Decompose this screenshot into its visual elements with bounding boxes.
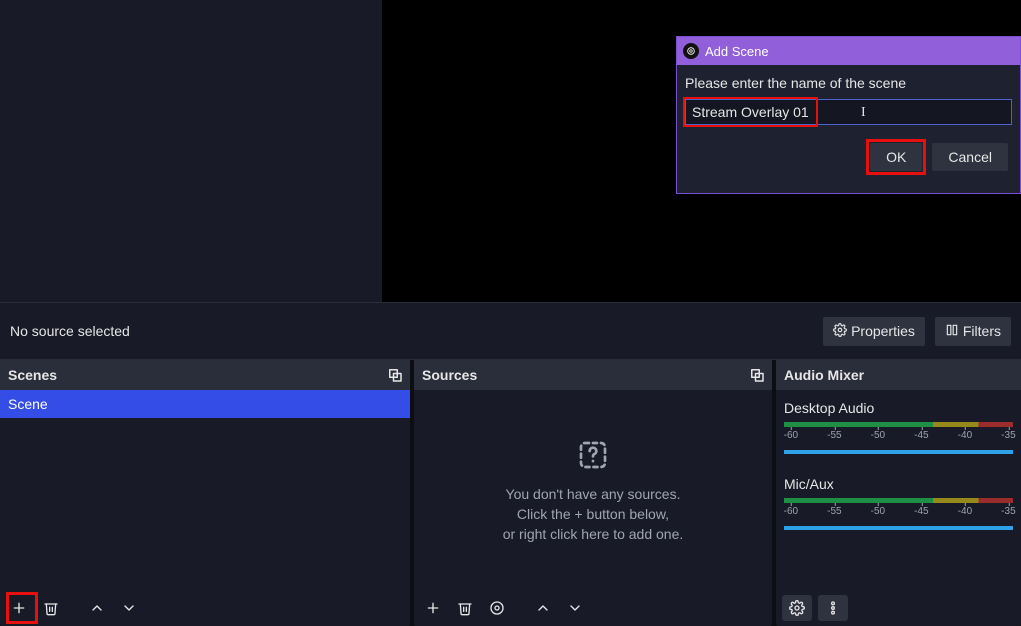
dialog-prompt: Please enter the name of the scene (685, 75, 1012, 91)
tick-label: -35 (1001, 506, 1015, 517)
sources-title: Sources (422, 367, 477, 383)
help-icon (577, 439, 609, 474)
mixer-channel-mic: Mic/Aux -60 -55 -50 -45 -40 -35 (784, 476, 1013, 530)
source-toolbar: No source selected Properties Filters (0, 302, 1021, 360)
sources-empty-line3: or right click here to add one. (503, 526, 684, 542)
scene-move-down-button[interactable] (116, 595, 142, 621)
meter-ticks: -60 -55 -50 -45 -40 -35 (784, 430, 1013, 448)
scenes-footer (0, 590, 410, 626)
mixer-channel-desktop: Desktop Audio -60 -55 -50 -45 -40 -35 (784, 400, 1013, 454)
add-scene-button[interactable] (6, 595, 32, 621)
sources-empty-line1: You don't have any sources. (506, 486, 681, 502)
source-status-label: No source selected (10, 323, 130, 339)
volume-slider[interactable] (784, 450, 1013, 454)
popout-icon[interactable] (748, 366, 766, 384)
mixer-footer (776, 590, 1021, 626)
source-move-up-button[interactable] (530, 595, 556, 621)
tick-label: -55 (827, 506, 841, 517)
scenes-panel: Scenes Scene (0, 360, 410, 626)
source-properties-button[interactable] (484, 595, 510, 621)
filters-label: Filters (963, 323, 1001, 339)
mixer-menu-button[interactable] (818, 595, 848, 621)
add-source-button[interactable] (420, 595, 446, 621)
scene-move-up-button[interactable] (84, 595, 110, 621)
preview-left (0, 0, 382, 302)
sources-footer (414, 590, 772, 626)
tick-label: -40 (958, 430, 972, 441)
tick-label: -50 (871, 506, 885, 517)
mixer-title: Audio Mixer (784, 367, 864, 383)
sources-body[interactable]: You don't have any sources. Click the + … (414, 390, 772, 590)
scenes-body: Scene (0, 390, 410, 590)
mixer-body: Desktop Audio -60 -55 -50 -45 -40 -35 Mi… (776, 390, 1021, 590)
properties-label: Properties (851, 323, 915, 339)
filter-icon (945, 323, 959, 340)
delete-source-button[interactable] (452, 595, 478, 621)
tick-label: -45 (914, 506, 928, 517)
delete-scene-button[interactable] (38, 595, 64, 621)
dialog-titlebar[interactable]: Add Scene (677, 37, 1020, 65)
obs-icon (683, 43, 699, 59)
mixer-settings-button[interactable] (782, 595, 812, 621)
audio-meter (784, 422, 1013, 427)
tick-label: -60 (784, 430, 798, 441)
popout-icon[interactable] (386, 366, 404, 384)
audio-mixer-panel: Audio Mixer Desktop Audio -60 -55 -50 -4… (776, 360, 1021, 626)
tick-label: -50 (871, 430, 885, 441)
properties-button[interactable]: Properties (823, 317, 925, 346)
ok-button[interactable]: OK (870, 143, 922, 171)
add-scene-dialog: Add Scene Please enter the name of the s… (676, 36, 1021, 194)
tick-label: -45 (914, 430, 928, 441)
scenes-header: Scenes (0, 360, 410, 390)
audio-meter (784, 498, 1013, 503)
tick-label: -40 (958, 506, 972, 517)
scene-item-label: Scene (8, 396, 48, 412)
scene-name-input[interactable] (685, 99, 1012, 125)
volume-slider[interactable] (784, 526, 1013, 530)
mixer-channel-label: Mic/Aux (784, 476, 1013, 492)
sources-header: Sources (414, 360, 772, 390)
gear-icon (833, 323, 847, 340)
tick-label: -55 (827, 430, 841, 441)
dialog-title: Add Scene (705, 44, 769, 59)
source-move-down-button[interactable] (562, 595, 588, 621)
mixer-header: Audio Mixer (776, 360, 1021, 390)
mixer-channel-label: Desktop Audio (784, 400, 1013, 416)
cancel-button[interactable]: Cancel (932, 143, 1008, 171)
filters-button[interactable]: Filters (935, 317, 1011, 346)
scenes-title: Scenes (8, 367, 57, 383)
sources-panel: Sources You don't have any sources. Clic… (414, 360, 772, 626)
sources-empty-line2: Click the + button below, (517, 506, 669, 522)
scene-item[interactable]: Scene (0, 390, 410, 418)
tick-label: -35 (1001, 430, 1015, 441)
meter-ticks: -60 -55 -50 -45 -40 -35 (784, 506, 1013, 524)
tick-label: -60 (784, 506, 798, 517)
